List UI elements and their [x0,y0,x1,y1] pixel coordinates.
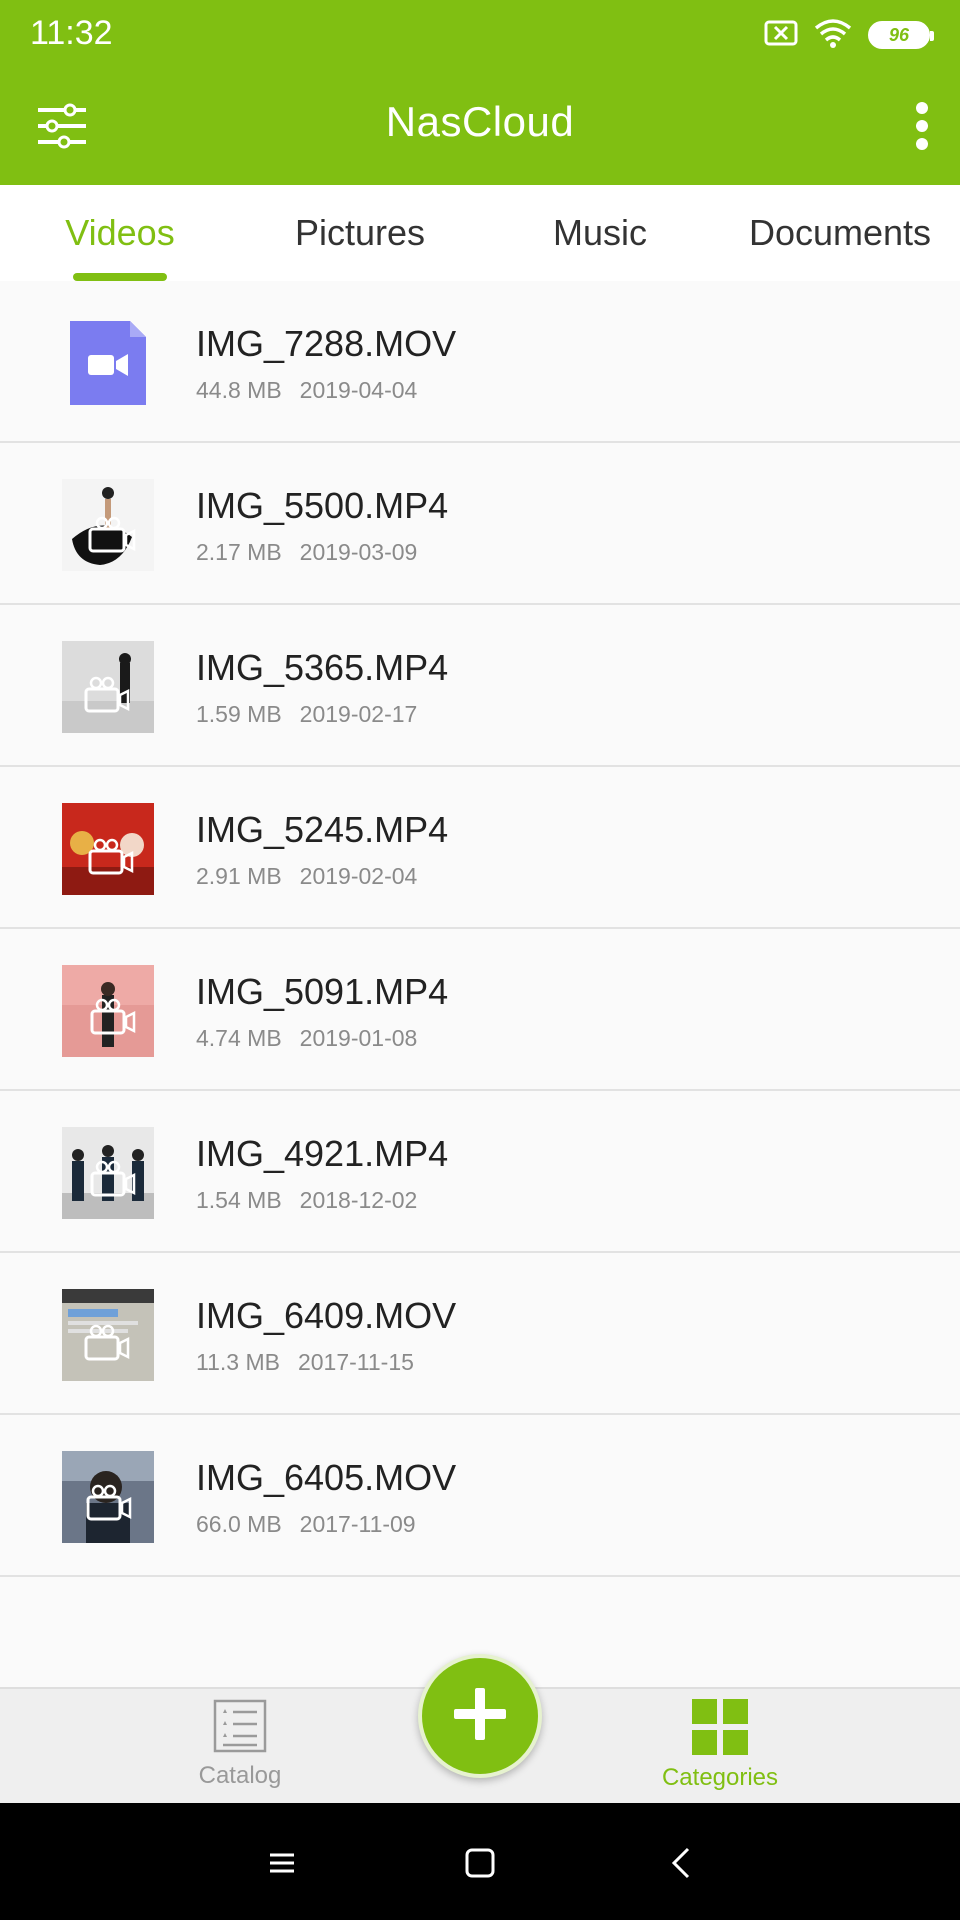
list-item[interactable]: IMG_6409.MOV 11.3 MB 2017-11-15 [0,1253,960,1415]
add-button[interactable] [418,1654,542,1778]
nav-categories-label: Categories [661,1764,779,1791]
plus-icon [450,1684,510,1749]
file-meta: 11.3 MB 2017-11-15 [196,1349,414,1376]
file-size: 2.91 MB [196,863,282,889]
file-name: IMG_4921.MP4 [196,1133,449,1174]
list-item[interactable]: IMG_5500.MP4 2.17 MB 2019-03-09 [0,443,960,605]
list-item[interactable]: IMG_7288.MOV 44.8 MB 2019-04-04 [0,281,960,443]
app-bar: NasCloud [0,70,960,185]
file-date: 2018-12-02 [299,1187,418,1213]
video-thumbnail [62,479,154,571]
file-name: IMG_6409.MOV [196,1295,457,1336]
status-bar: 11:32 96 [0,0,960,70]
status-icons: 96 [764,18,934,53]
video-thumbnail [62,965,154,1057]
tab-label: Documents [748,212,932,253]
file-name: IMG_5500.MP4 [196,485,449,526]
video-thumbnail [62,1451,154,1543]
home-icon[interactable] [458,1841,502,1885]
file-meta: 1.59 MB 2019-02-17 [196,701,417,728]
file-size: 66.0 MB [196,1511,282,1537]
video-thumbnail [62,1289,154,1381]
tab-label: Pictures [294,212,426,253]
list-item[interactable]: IMG_6405.MOV 66.0 MB 2017-11-09 [0,1415,960,1577]
recent-apps-icon[interactable] [260,1841,304,1885]
file-name: IMG_5245.MP4 [196,809,449,850]
system-nav-bar [0,1803,960,1920]
list-item[interactable]: IMG_4921.MP4 1.54 MB 2018-12-02 [0,1091,960,1253]
battery-icon: 96 [868,21,934,49]
file-size: 1.59 MB [196,701,282,727]
app-title: NasCloud [385,98,575,145]
file-date: 2019-04-04 [299,377,418,403]
list-item[interactable]: IMG_5365.MP4 1.59 MB 2019-02-17 [0,605,960,767]
file-size: 1.54 MB [196,1187,282,1213]
catalog-list-icon [213,1699,267,1758]
tab-label: Music [552,212,647,253]
tab-pictures[interactable]: Pictures [240,185,480,281]
nav-catalog-label: Catalog [198,1762,282,1789]
more-vertical-icon[interactable] [884,98,940,154]
file-date: 2019-03-09 [299,539,418,565]
file-size: 44.8 MB [196,377,282,403]
tab-music[interactable]: Music [480,185,720,281]
video-thumbnail [62,1127,154,1219]
file-name: IMG_5365.MP4 [196,647,449,688]
nav-catalog[interactable]: Catalog [140,1699,340,1799]
video-thumbnail [62,803,154,895]
file-name: IMG_7288.MOV [196,323,457,364]
active-tab-indicator [73,273,167,281]
file-date: 2017-11-09 [299,1511,416,1537]
file-size: 4.74 MB [196,1025,282,1051]
file-list: IMG_7288.MOV 44.8 MB 2019-04-04 IMG_5500… [0,281,960,1577]
file-meta: 4.74 MB 2019-01-08 [196,1025,417,1052]
file-date: 2017-11-15 [297,1349,414,1375]
file-size: 11.3 MB [196,1349,280,1375]
list-item[interactable]: IMG_5245.MP4 2.91 MB 2019-02-04 [0,767,960,929]
video-file-icon [62,317,154,409]
list-item[interactable]: IMG_5091.MP4 4.74 MB 2019-01-08 [0,929,960,1091]
file-size: 2.17 MB [196,539,282,565]
status-time: 11:32 [30,14,113,52]
nav-categories[interactable]: Categories [620,1699,820,1799]
sim-error-icon [764,20,798,51]
file-meta: 1.54 MB 2018-12-02 [196,1187,417,1214]
back-icon[interactable] [660,1841,704,1885]
categories-grid-icon [692,1699,748,1760]
wifi-icon [814,18,852,53]
file-name: IMG_5091.MP4 [196,971,449,1012]
tab-label: Videos [65,212,175,253]
file-meta: 2.91 MB 2019-02-04 [196,863,417,890]
file-date: 2019-02-04 [299,863,418,889]
file-meta: 44.8 MB 2019-04-04 [196,377,417,404]
tab-documents[interactable]: Documents [720,185,960,281]
file-date: 2019-01-08 [299,1025,418,1051]
file-meta: 66.0 MB 2017-11-09 [196,1511,416,1538]
file-name: IMG_6405.MOV [196,1457,457,1498]
file-date: 2019-02-17 [299,701,418,727]
category-tabs: Videos Pictures Music Documents [0,185,960,281]
tab-videos[interactable]: Videos [0,185,240,281]
file-meta: 2.17 MB 2019-03-09 [196,539,417,566]
header: 11:32 96 NasCloud [0,0,960,185]
video-thumbnail [62,641,154,733]
